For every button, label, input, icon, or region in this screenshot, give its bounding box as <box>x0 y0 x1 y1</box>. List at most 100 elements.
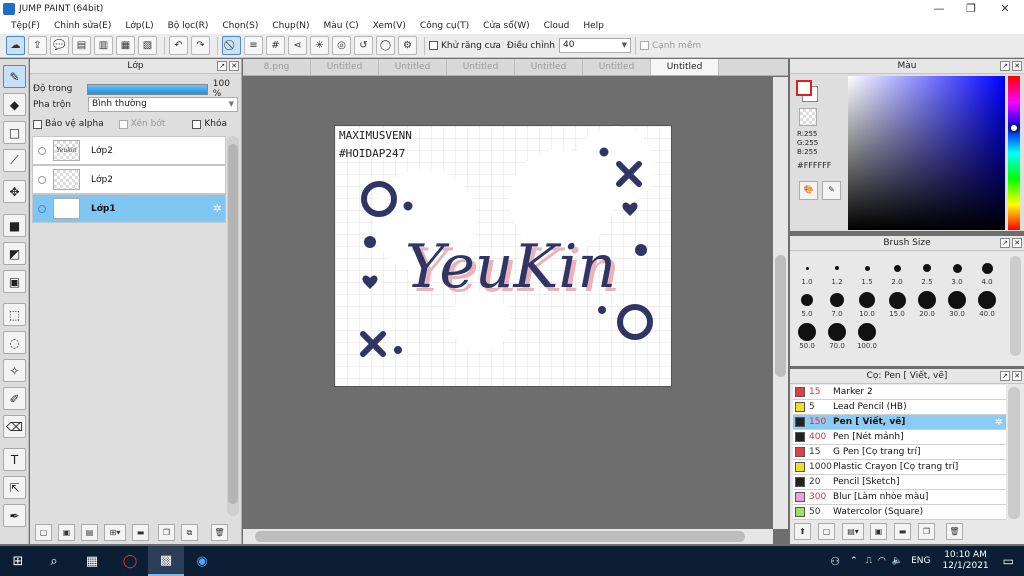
brush-size-option[interactable]: 1.5 <box>852 258 882 286</box>
menu-capture[interactable]: Chụp(N) <box>265 21 316 31</box>
zoom-icon[interactable]: ◉ <box>184 546 220 576</box>
brush-size-option[interactable]: 2.5 <box>912 258 942 286</box>
tab-untitled[interactable]: Untitled <box>515 59 583 75</box>
search-icon[interactable]: ⌕ <box>36 546 72 576</box>
rect-tool-icon[interactable]: □ <box>3 121 26 144</box>
brush-list-item[interactable]: 15 G Pen [Cọ trang trí] <box>793 445 1006 460</box>
palette-edit-icon[interactable]: ✎ <box>822 181 841 200</box>
fg-color-swatch[interactable] <box>796 80 812 96</box>
layer-row-selected[interactable]: Lớp1 ✲ <box>32 194 226 223</box>
brush-size-option[interactable]: 7.0 <box>822 290 852 318</box>
export-icon[interactable]: ⇪ <box>28 36 47 55</box>
protect-alpha-checkbox[interactable] <box>33 119 42 129</box>
brush-list-item[interactable]: 5 Lead Pencil (HB) <box>793 400 1006 415</box>
network-icon[interactable]: ⎍ <box>866 556 872 566</box>
brush-trash-icon[interactable]: 🗑 <box>946 523 963 540</box>
adjust-select[interactable]: 40 ▼ <box>558 38 631 53</box>
minimize-button[interactable]: — <box>922 0 956 17</box>
menu-view[interactable]: Xem(V) <box>366 21 413 31</box>
grid-icon[interactable]: # <box>266 36 285 55</box>
layer-scrollbar[interactable] <box>227 136 239 516</box>
text-tool-icon[interactable]: T <box>3 448 26 471</box>
new-layer-icon[interactable]: ▢ <box>35 524 52 541</box>
trash-icon[interactable]: 🗑 <box>211 524 228 541</box>
menu-edit[interactable]: Chỉnh sửa(E) <box>47 21 118 31</box>
gear-icon[interactable]: ✲ <box>213 202 222 215</box>
brush-size-scrollbar[interactable] <box>1010 256 1021 356</box>
jump-paint-taskbar-icon[interactable]: ▩ <box>148 546 184 576</box>
speech-icon[interactable]: 💬 <box>50 36 69 55</box>
visibility-icon[interactable] <box>38 204 46 213</box>
line-tool-icon[interactable]: ⟋ <box>3 149 26 172</box>
brush-size-option[interactable]: 10.0 <box>852 290 882 318</box>
visibility-icon[interactable] <box>38 146 46 155</box>
brush-add-menu-icon[interactable]: ▤▾ <box>842 523 864 540</box>
brush-new-icon[interactable]: ▢ <box>818 523 835 540</box>
duplicate-icon[interactable]: ❐ <box>158 524 175 541</box>
brush-size-option[interactable]: 50.0 <box>792 322 822 350</box>
tab-untitled[interactable]: Untitled <box>447 59 515 75</box>
transparent-swatch[interactable] <box>799 108 817 126</box>
menu-filter[interactable]: Bộ lọc(R) <box>161 21 216 31</box>
brush-list-item[interactable]: 20 Pencil [Sketch] <box>793 475 1006 490</box>
lock-checkbox[interactable] <box>192 119 202 129</box>
panel-float-icon[interactable]: ↗ <box>1000 61 1010 71</box>
notifications-icon[interactable]: ▭ <box>1003 554 1014 568</box>
select-pen-tool-icon[interactable]: ✐ <box>3 387 26 410</box>
comment-icon[interactable]: ▤ <box>72 36 91 55</box>
move-tool-icon[interactable]: ✥ <box>3 180 26 203</box>
brush-list-scrollbar[interactable] <box>1008 387 1020 519</box>
windows-start-icon[interactable]: ⊞ <box>0 546 36 576</box>
fill-rect-tool-icon[interactable]: ■ <box>3 214 26 237</box>
panel-float-icon[interactable]: ↗ <box>1000 238 1010 248</box>
panel-close-icon[interactable]: ✕ <box>229 61 239 71</box>
volume-icon[interactable]: 🔈 <box>892 556 903 566</box>
redo-icon[interactable]: ↷ <box>191 36 210 55</box>
ellipse-icon[interactable]: ◯ <box>376 36 395 55</box>
brush-list-item[interactable]: 50 Watercolor (Square) <box>793 505 1006 520</box>
edge-checkbox[interactable] <box>639 41 649 50</box>
opacity-slider[interactable] <box>87 83 208 95</box>
eyedropper-tool-icon[interactable]: ✒ <box>3 504 26 527</box>
operation-tool-icon[interactable]: ⇱ <box>3 476 26 499</box>
brush-size-option[interactable]: 1.2 <box>822 258 852 286</box>
menu-tools[interactable]: Công cụ(T) <box>413 21 476 31</box>
panel-close-icon[interactable]: ✕ <box>1012 61 1022 71</box>
tab-untitled[interactable]: Untitled <box>379 59 447 75</box>
layer-row[interactable]: Yeukin Lớp2 <box>32 136 226 165</box>
brush-size-option[interactable]: 15.0 <box>882 290 912 318</box>
canvas-vscrollbar[interactable] <box>773 77 788 529</box>
brush-list-item[interactable]: 1000 Plastic Crayon [Cọ trang trí] <box>793 460 1006 475</box>
eraser-tool-icon[interactable]: ◆ <box>3 93 26 116</box>
brush-list-item[interactable]: 150 Pen [ Viết, vẽ] ✲ <box>793 415 1006 430</box>
brush-list-item[interactable]: 300 Blur [Làm nhòe màu] <box>793 490 1006 505</box>
new-layer-3-icon[interactable]: ▤ <box>81 524 98 541</box>
pen-tool-icon[interactable]: ✎ <box>3 65 26 88</box>
menu-cloud[interactable]: Cloud <box>537 21 577 31</box>
gear-icon[interactable]: ✲ <box>995 417 1003 428</box>
settings-gear-icon[interactable]: ⚙ <box>398 36 417 55</box>
canvas-hscrollbar[interactable] <box>243 529 773 544</box>
hscroll-thumb[interactable] <box>255 531 745 542</box>
brush-list-item[interactable]: 15 Marker 2 <box>793 385 1006 400</box>
palette-icon[interactable]: 🎨 <box>799 181 818 200</box>
page-icon[interactable]: ▥ <box>94 36 113 55</box>
menu-layer[interactable]: Lớp(L) <box>118 21 160 31</box>
brush-size-option[interactable]: 5.0 <box>792 290 822 318</box>
select-rect-tool-icon[interactable]: ⬚ <box>3 303 26 326</box>
magic-wand-tool-icon[interactable]: ✧ <box>3 359 26 382</box>
curve-icon[interactable]: ↺ <box>354 36 373 55</box>
brush-size-option[interactable]: 2.0 <box>882 258 912 286</box>
add-folder-menu-icon[interactable]: ⊞▾ <box>104 524 126 541</box>
brush-size-option[interactable]: 40.0 <box>972 290 1002 318</box>
brush-size-option[interactable]: 4.0 <box>972 258 1002 286</box>
select-eraser-tool-icon[interactable]: ⌫ <box>3 415 26 438</box>
brush-size-option[interactable]: 20.0 <box>912 290 942 318</box>
layout-icon[interactable]: ▧ <box>138 36 157 55</box>
brush-size-option[interactable]: 70.0 <box>822 322 852 350</box>
brush-size-option[interactable]: 100.0 <box>852 322 882 350</box>
menu-window[interactable]: Cửa sổ(W) <box>476 21 536 31</box>
brush-size-option[interactable]: 1.0 <box>792 258 822 286</box>
brush-download-icon[interactable]: ⬆ <box>794 523 811 540</box>
menu-file[interactable]: Tệp(F) <box>4 21 47 31</box>
